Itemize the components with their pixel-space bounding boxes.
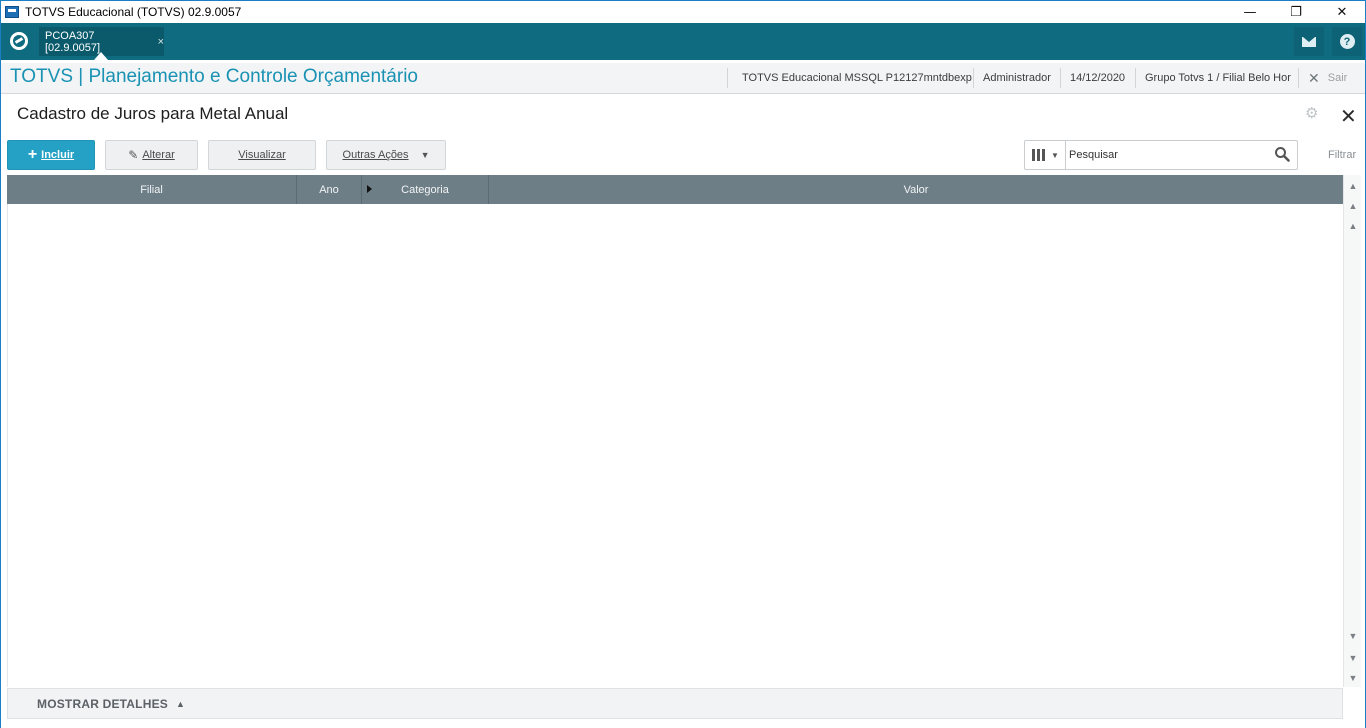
exit-button[interactable]: ✕ Sair [1308,63,1347,93]
help-icon: ? [1339,34,1355,49]
show-details-label: MOSTRAR DETALHES [37,696,168,711]
search-box: ▼ [1024,140,1298,170]
window-border [0,23,1,728]
help-button[interactable]: ? [1332,27,1362,56]
divider [973,68,974,88]
search-input[interactable] [1069,145,1269,165]
column-header-ano[interactable]: Ano [297,175,362,204]
vertical-scrollbar[interactable]: ▲ ▲ ▲ ▼ ▼ ▼ [1343,175,1361,687]
restore-button[interactable]: ❐ [1273,1,1319,24]
chevron-down-icon: ▼ [420,150,430,160]
window-controls: — ❐ ✕ [1227,1,1365,24]
divider [1060,68,1061,88]
column-header-filial[interactable]: Filial [7,175,297,204]
module-header: TOTVS | Planejamento e Controle Orçament… [1,60,1365,94]
window-title: TOTVS Educacional (TOTVS) 02.9.0057 [25,5,242,19]
filter-link[interactable]: Filtrar [1328,149,1356,161]
exit-label: Sair [1327,72,1348,84]
edit-label: Alterar [142,149,175,161]
chevron-down-icon: ▼ [1051,150,1059,160]
include-label: Incluir [41,149,75,161]
tab-label: PCOA307 [02.9.0057] [45,29,101,54]
grid-body [7,204,1343,687]
show-details-bar[interactable]: MOSTRAR DETALHES ▲ [7,688,1343,719]
column-header-categoria[interactable]: Categoria [362,175,489,204]
scroll-down-icon[interactable]: ▼ [1348,630,1358,642]
top-navigation-bar: PCOA307 [02.9.0057] × ? [1,23,1365,60]
close-page-icon[interactable]: ✕ [1340,104,1357,129]
search-icon[interactable] [1274,146,1290,162]
tab-close-icon[interactable]: × [158,36,164,48]
other-actions-button[interactable]: Outras Ações ▼ [326,140,446,170]
app-icon [5,6,19,18]
divider [1135,68,1136,88]
other-actions-label: Outras Ações [342,149,409,161]
branch-info: Grupo Totvs 1 / Filial Belo Hor [1145,72,1291,84]
column-header-valor[interactable]: Valor [489,175,1343,204]
column-selector[interactable]: ▼ [1025,141,1066,169]
close-icon: ✕ [1308,69,1320,86]
window-titlebar: TOTVS Educacional (TOTVS) 02.9.0057 — ❐ … [0,0,1366,23]
sort-indicator-icon [367,185,372,193]
mail-icon [1302,36,1316,47]
scroll-page-up-icon[interactable]: ▲ [1348,200,1358,212]
view-button[interactable]: Visualizar [208,140,316,170]
user-info: Administrador [983,72,1051,84]
scroll-up-icon[interactable]: ▲ [1348,220,1358,232]
totvs-logo-icon[interactable] [10,32,28,50]
columns-icon [1032,149,1045,161]
edit-button[interactable]: ✎ Alterar [105,140,198,170]
scroll-page-down-icon[interactable]: ▼ [1348,652,1358,664]
divider [727,68,728,88]
scroll-bottom-icon[interactable]: ▼ [1348,672,1358,684]
module-title: TOTVS | Planejamento e Controle Orçament… [10,66,418,87]
column-header-label: Categoria [401,183,449,196]
active-tab-indicator [94,52,108,60]
plus-icon: + [27,146,38,163]
page-title: Cadastro de Juros para Metal Anual [17,104,289,123]
gear-icon[interactable]: ⚙ [1305,106,1319,121]
mail-button[interactable] [1294,27,1324,56]
close-window-button[interactable]: ✕ [1319,1,1365,24]
pencil-icon: ✎ [128,148,139,162]
date-info: 14/12/2020 [1070,72,1126,84]
chevron-up-icon: ▲ [175,698,185,709]
minimize-button[interactable]: — [1227,1,1273,24]
view-label: Visualizar [238,149,286,161]
grid-header: Filial Ano Categoria Valor [7,175,1343,204]
divider [1298,68,1299,88]
environment-info: TOTVS Educacional MSSQL P12127mntdbexp [742,72,972,84]
scroll-top-icon[interactable]: ▲ [1348,180,1358,192]
include-button[interactable]: + Incluir [7,140,95,170]
